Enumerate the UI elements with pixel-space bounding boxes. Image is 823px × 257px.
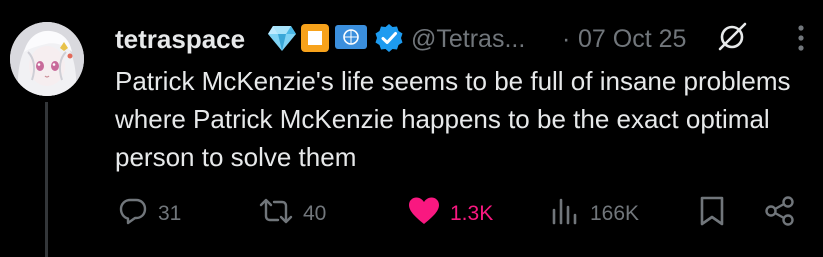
separator-dot: · xyxy=(562,25,571,53)
slashed-circle-icon[interactable] xyxy=(715,20,749,59)
avatar-illustration xyxy=(10,22,84,96)
repost-button[interactable]: 40 xyxy=(257,190,347,234)
avatar[interactable] xyxy=(10,22,84,96)
reply-button[interactable]: 31 xyxy=(118,190,198,234)
like-button[interactable]: 1.3K xyxy=(408,190,508,234)
more-vertical-icon[interactable] xyxy=(794,22,808,59)
tweet-date[interactable]: 07 Oct 25 xyxy=(578,25,686,54)
bookmark-button[interactable] xyxy=(699,190,729,234)
tweet-actions: 31 40 1.3K 166K xyxy=(0,190,823,234)
heart-icon xyxy=(409,197,439,224)
reply-count: 31 xyxy=(158,202,182,225)
un-flag-icon xyxy=(335,24,367,55)
views-count: 166K xyxy=(590,202,640,225)
gem-icon xyxy=(267,24,297,57)
tweet-header: tetraspace @Tetras... · 07 Oct 25 xyxy=(115,18,815,58)
share-button[interactable] xyxy=(764,190,800,234)
share-icon xyxy=(765,196,794,226)
author-name[interactable]: tetraspace xyxy=(115,24,245,55)
verified-icon[interactable] xyxy=(374,23,404,58)
orange-square-icon xyxy=(301,24,329,57)
reply-icon xyxy=(119,198,147,225)
repost-icon xyxy=(259,198,293,224)
views-icon xyxy=(552,198,577,225)
tweet-text: Patrick McKenzie's life seems to be full… xyxy=(115,66,791,172)
tweet[interactable]: tetraspace @Tetras... · 07 Oct 25 Patric… xyxy=(0,0,823,257)
like-count: 1.3K xyxy=(450,202,494,225)
repost-count: 40 xyxy=(303,202,327,225)
views-button[interactable]: 166K xyxy=(550,190,655,234)
author-handle[interactable]: @Tetras... xyxy=(411,25,525,54)
bookmark-icon xyxy=(700,196,724,226)
